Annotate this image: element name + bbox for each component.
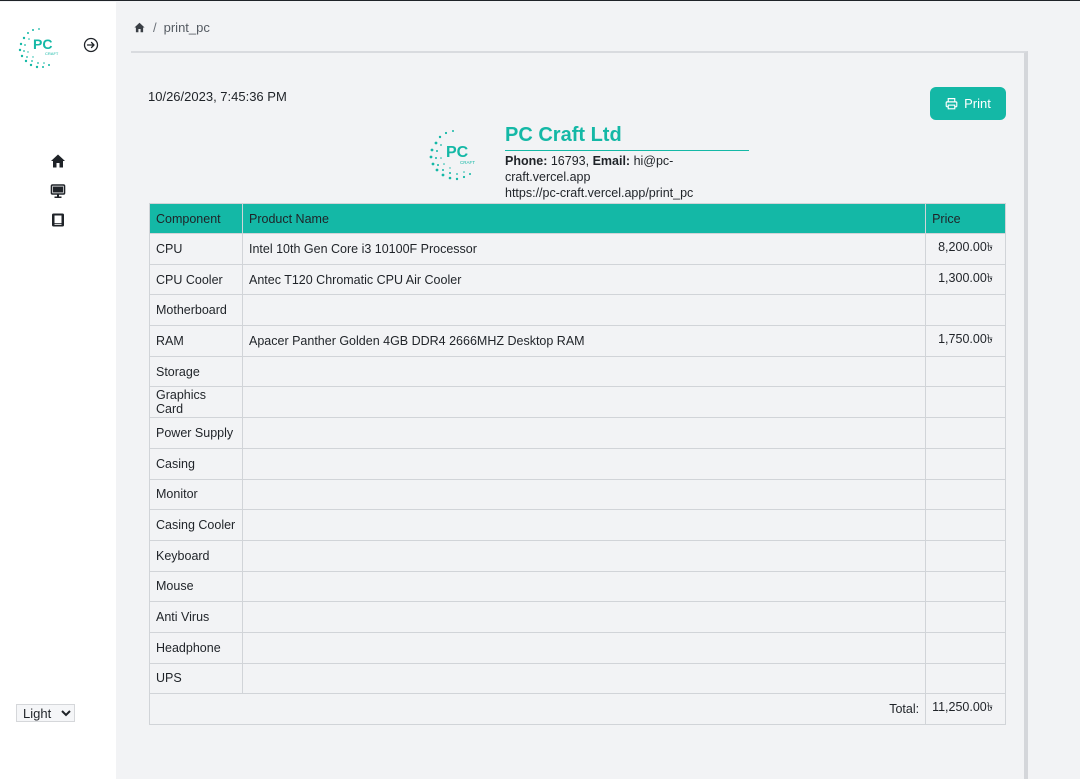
company-contact: Phone: 16793, Email: hi@pc-craft.vercel.… [505,153,749,185]
cell-product-name: Intel 10th Gen Core i3 10100F Processor [241,233,927,265]
breadcrumb-current: print_pc [163,19,210,35]
cell-product-name [241,570,927,603]
cell-price [925,601,1006,633]
company-logo: PC CRAFT [429,130,475,181]
company-logo-subtext: CRAFT [460,160,475,165]
cell-product-name [241,509,927,541]
cell-price [925,294,1006,327]
cell-component: Monitor [149,478,243,511]
cell-price [925,447,1006,480]
book-icon[interactable] [49,211,67,229]
cell-component: Anti Virus [149,601,243,633]
table-row: Headphone [149,631,1006,664]
theme-select[interactable]: Light [16,704,75,722]
cell-component: Power Supply [149,417,243,449]
sidebar: PC CRAFT Light [0,2,116,779]
cell-price [925,478,1006,511]
logo-subtext: CRAFT [45,51,59,56]
table-row: Motherboard [149,294,1006,327]
table-row: Casing Cooler [149,509,1006,541]
cell-component: UPS [149,662,243,695]
print-card: 10/26/2023, 7:45:36 PM Print PC CRAFT PC… [131,51,1028,779]
timestamp: 10/26/2023, 7:45:36 PM [148,89,287,104]
table-row: Mouse [149,570,1006,603]
header-price: Price [925,203,1006,234]
table-row: Keyboard [149,539,1006,572]
cell-component: RAM [149,325,243,357]
cell-product-name [241,447,927,480]
print-button[interactable]: Print [930,87,1006,120]
build-table: Component Product Name Price CPU Intel 10… [148,203,1006,725]
table-row: Casing [149,447,1006,480]
cell-price [925,509,1006,541]
logout-icon[interactable] [82,36,100,54]
cell-product-name: Apacer Panther Golden 4GB DDR4 2666MHZ D… [241,325,927,357]
total-value: 11,250.00৳ [925,693,1006,725]
breadcrumb-home-icon[interactable] [133,21,146,34]
cell-component: Keyboard [149,539,243,572]
cell-price [925,631,1006,664]
table-header-row: Component Product Name Price [149,203,1006,234]
cell-product-name [241,294,927,327]
table-row: Graphics Card [149,386,1006,419]
breadcrumb-separator: / [153,19,157,35]
table-row: CPU Cooler Antec T120 Chromatic CPU Air C… [149,263,1006,296]
table-row: Monitor [149,478,1006,511]
cell-product-name [241,631,927,664]
cell-component: Headphone [149,631,243,664]
table-row: CPU Intel 10th Gen Core i3 10100F Process… [149,233,1006,265]
home-icon[interactable] [49,152,67,170]
header-product-name: Product Name [241,203,927,234]
table-row: UPS [149,662,1006,695]
monitor-icon[interactable] [49,182,67,200]
total-label: Total: [148,693,927,725]
cell-product-name [241,417,927,449]
email-label: Email: [592,154,631,168]
cell-price: 1,300.00৳ [925,263,1006,296]
cell-product-name [241,355,927,388]
cell-component: Storage [149,355,243,388]
cell-price [925,355,1006,388]
cell-price [925,539,1006,572]
cell-product-name [241,662,927,695]
cell-product-name [241,539,927,572]
cell-price: 1,750.00৳ [925,325,1006,357]
company-logo-text: PC [446,144,469,161]
breadcrumb: / print_pc [133,19,210,35]
cell-price [925,386,1006,419]
table-row: RAM Apacer Panther Golden 4GB DDR4 2666MH… [149,325,1006,357]
cell-product-name [241,386,927,419]
cell-price [925,570,1006,603]
cell-component: CPU Cooler [149,263,243,296]
cell-component: Graphics Card [149,386,243,419]
cell-component: Mouse [149,570,243,603]
table-body: CPU Intel 10th Gen Core i3 10100F Process… [149,233,1006,695]
print-button-label: Print [964,96,991,111]
printer-icon [945,98,958,110]
pc-craft-logo[interactable]: PC CRAFT [16,24,64,70]
company-info: PC Craft Ltd Phone: 16793, Email: hi@pc-… [505,123,749,201]
cell-product-name [241,601,927,633]
total-row: Total: 11,250.00৳ [148,693,1006,725]
cell-product-name: Antec T120 Chromatic CPU Air Cooler [241,263,927,296]
table-row: Storage [149,355,1006,388]
phone-value: 16793, [550,154,590,168]
company-url: https://pc-craft.vercel.app/print_pc [505,186,694,200]
cell-component: Motherboard [149,294,243,327]
table-row: Power Supply [149,417,1006,449]
logo-text: PC [33,36,52,52]
cell-component: CPU [149,233,243,265]
cell-component: Casing [149,447,243,480]
company-name: PC Craft Ltd [505,123,749,151]
cell-product-name [241,478,927,511]
cell-component: Casing Cooler [149,509,243,541]
header-component: Component [149,203,243,234]
table-row: Anti Virus [149,601,1006,633]
cell-price: 8,200.00৳ [925,233,1006,265]
cell-price [925,662,1006,695]
cell-price [925,417,1006,449]
phone-label: Phone: [505,154,548,168]
